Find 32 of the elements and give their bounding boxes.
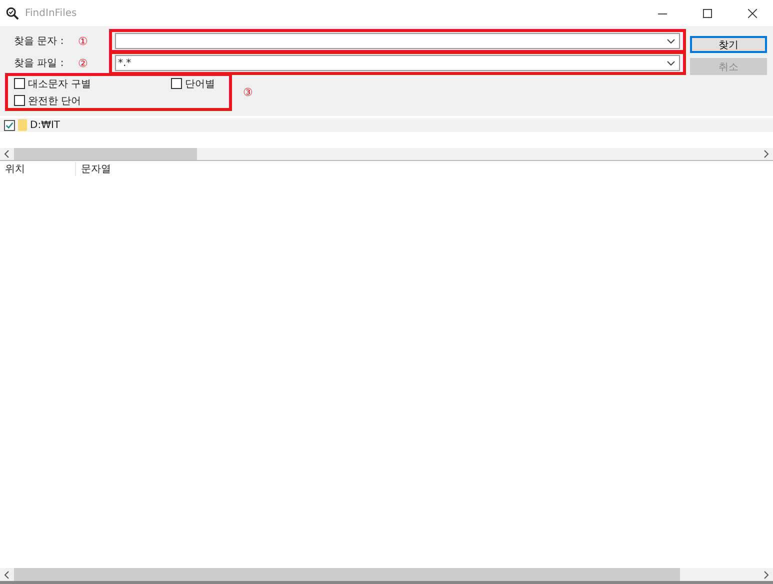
checkbox-option[interactable]: 완전한 단어 (14, 94, 171, 108)
checkbox[interactable] (14, 95, 25, 106)
horizontal-scrollbar[interactable] (0, 148, 773, 161)
column-header[interactable]: 위치 (0, 162, 76, 176)
maximize-icon[interactable] (703, 8, 712, 18)
field-label: 찾을 파일 : (13, 57, 65, 70)
dialog-button[interactable]: 찾기 (690, 36, 767, 53)
window-title: FindInFiles (25, 8, 77, 18)
scroll-right-icon[interactable] (763, 150, 769, 158)
annotation-number: ② (78, 56, 89, 70)
combo-box[interactable]: *.* (115, 55, 680, 71)
checkbox-option[interactable]: 단어별 (171, 76, 229, 90)
scroll-left-icon[interactable] (4, 570, 10, 578)
scroll-right-icon[interactable] (763, 570, 769, 578)
search-icon (6, 6, 19, 20)
horizontal-scrollbar[interactable] (0, 568, 773, 581)
close-icon[interactable] (748, 8, 757, 18)
checkbox[interactable] (171, 78, 182, 89)
annotation-number: ① (78, 34, 89, 48)
chevron-down-icon (667, 38, 675, 44)
combo-box[interactable] (115, 33, 680, 49)
tree-checkbox[interactable] (4, 120, 15, 130)
tree-item[interactable]: D:₩IT (30, 120, 60, 130)
field-label: 찾을 문자 : (13, 35, 65, 48)
checkbox[interactable] (14, 78, 25, 89)
chevron-down-icon (667, 60, 675, 66)
column-header[interactable]: 문자열 (76, 162, 111, 176)
folder-icon (18, 119, 27, 131)
annotation-number: ③ (243, 86, 254, 98)
scroll-left-icon[interactable] (4, 150, 10, 158)
checkbox-option[interactable]: 대소문자 구별 (14, 76, 171, 90)
combo-value: *.* (118, 58, 132, 68)
